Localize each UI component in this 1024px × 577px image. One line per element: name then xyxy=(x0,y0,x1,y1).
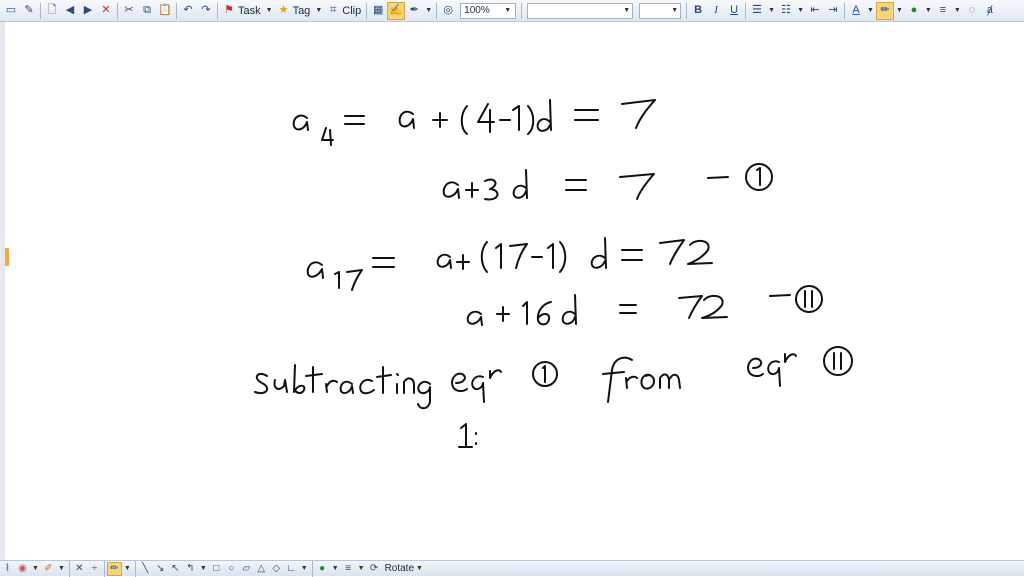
toolbar-divider xyxy=(68,560,70,577)
ellipse-tool-icon[interactable]: ○ xyxy=(224,562,239,576)
double-arrow-tool-icon[interactable]: ↖ xyxy=(168,562,183,576)
ink-line-2 xyxy=(442,163,773,201)
chevron-down-icon[interactable]: ▼ xyxy=(301,565,308,572)
chevron-down-icon[interactable]: ▼ xyxy=(416,565,423,572)
toolbar-divider xyxy=(134,560,136,577)
line-tool-icon[interactable]: ╲ xyxy=(138,562,153,576)
parallelogram-tool-icon[interactable]: ▱ xyxy=(239,562,254,576)
delete-shape-icon[interactable]: ✕ xyxy=(72,562,87,576)
handwritten-ink xyxy=(254,99,853,448)
color-picker-icon[interactable]: ● xyxy=(315,562,330,576)
connector-tool-icon[interactable]: ↰ xyxy=(183,562,198,576)
diamond-tool-icon[interactable]: ◇ xyxy=(269,562,284,576)
ink-line-5 xyxy=(254,346,853,410)
chevron-down-icon[interactable]: ▼ xyxy=(200,565,207,572)
chevron-down-icon[interactable]: ▼ xyxy=(32,565,39,572)
ink-line-1 xyxy=(292,99,656,146)
chevron-down-icon[interactable]: ▼ xyxy=(58,565,65,572)
toolbar-divider xyxy=(103,560,105,577)
rectangle-tool-icon[interactable]: □ xyxy=(209,562,224,576)
rotate-icon[interactable]: ⟳ xyxy=(367,562,382,576)
ink-line-6 xyxy=(458,423,477,448)
triangle-tool-icon[interactable]: △ xyxy=(254,562,269,576)
ink-line-3 xyxy=(306,237,713,291)
eraser-icon[interactable]: ◉ xyxy=(15,562,30,576)
ink-eraser-icon[interactable]: ✐ xyxy=(41,562,56,576)
chevron-down-icon[interactable]: ▼ xyxy=(332,565,339,572)
axis-tool-icon[interactable]: ∟ xyxy=(284,562,299,576)
drawing-toolbar: ⌇ ◉ ▼ ✐ ▼ ✕ ÷ ✏ ▼ ╲ ↘ ↖ ↰ ▼ □ ○ ▱ △ ◇ ∟ … xyxy=(0,560,1024,577)
ink-line-4 xyxy=(466,285,823,326)
chevron-down-icon[interactable]: ▼ xyxy=(124,565,131,572)
arrow-tool-icon[interactable]: ↘ xyxy=(153,562,168,576)
insert-space-icon[interactable]: ÷ xyxy=(87,562,102,576)
pen-tool-icon[interactable]: ✏ xyxy=(106,561,122,576)
toolbar-divider xyxy=(311,560,313,577)
thickness-icon[interactable]: ≡ xyxy=(341,562,356,576)
rotate-button[interactable]: Rotate xyxy=(385,563,414,574)
lasso-select-icon[interactable]: ⌇ xyxy=(0,562,15,576)
chevron-down-icon[interactable]: ▼ xyxy=(358,565,365,572)
